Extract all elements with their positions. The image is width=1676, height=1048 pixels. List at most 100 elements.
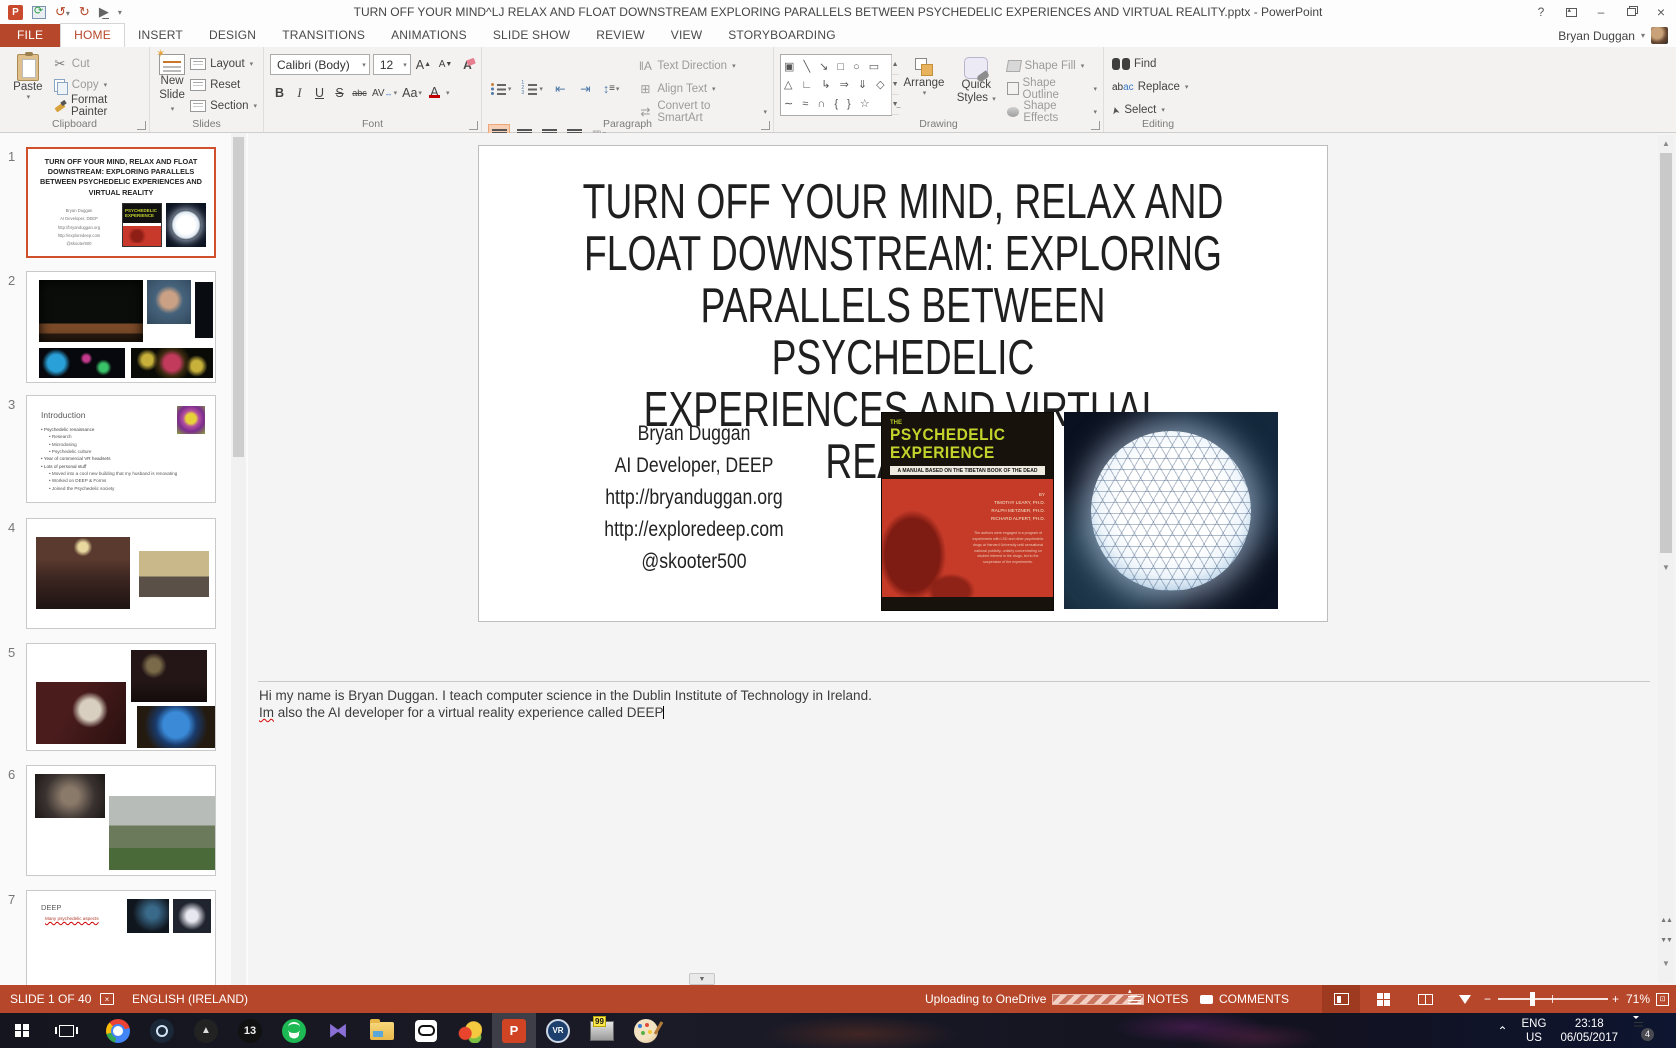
minimize-button[interactable]: – [1586,0,1616,24]
cut-button[interactable]: Cut [50,53,145,74]
find-button[interactable]: Find [1110,53,1208,74]
slide-thumbnail-6[interactable] [26,765,216,876]
paragraph-dialog-launcher[interactable] [761,121,770,130]
strikethrough-button[interactable]: S [330,83,349,103]
slide-thumbnail-7[interactable]: DEEP Many psychedelic aspects [26,890,216,985]
font-dialog-launcher[interactable] [469,121,478,130]
taskbar-unity[interactable] [184,1013,228,1048]
font-family-combobox[interactable]: Calibri (Body)▾ [270,54,370,75]
redo-icon[interactable]: ↻ [79,4,90,20]
thumbnail-panel-scrollbar[interactable] [231,133,246,985]
shape-gallery-more-icon[interactable]: ▼̲ [892,95,899,115]
zoom-slider-thumb[interactable] [1530,992,1535,1006]
font-color-button[interactable]: A [425,83,444,103]
book-cover-image[interactable]: THE PSYCHEDELIC EXPERIENCE A MANUAL BASE… [881,412,1054,611]
slide-thumbnail-2[interactable] [26,271,216,383]
geodesic-sphere-image[interactable] [1064,412,1278,609]
start-button[interactable] [0,1013,44,1048]
tab-review[interactable]: REVIEW [583,24,658,47]
customize-qat-icon[interactable]: ▾ [118,8,122,17]
reading-view-button[interactable] [1406,985,1444,1013]
slide-thumbnail-5[interactable] [26,643,216,751]
previous-slide-button[interactable]: ▲▲ [1658,911,1674,929]
select-button[interactable]: Select▾ [1110,99,1208,120]
language-switcher[interactable]: ENGUS [1522,1017,1547,1045]
shape-scroll-up-icon[interactable]: ▲ [892,55,899,75]
text-shadow-button[interactable]: abc [350,83,369,103]
tab-transitions[interactable]: TRANSITIONS [269,24,378,47]
clipboard-dialog-launcher[interactable] [137,121,146,130]
normal-view-button[interactable] [1322,985,1360,1013]
main-scrollbar-thumb[interactable] [1660,153,1672,553]
taskbar-app-13[interactable]: 13 [228,1013,272,1048]
clear-formatting-button[interactable]: A [458,55,477,75]
spellcheck-indicator[interactable]: × [100,985,114,1013]
taskbar-tropical-app[interactable] [448,1013,492,1048]
scroll-up-icon[interactable]: ▲ [1658,135,1674,151]
tab-home[interactable]: HOME [60,23,125,47]
reset-button[interactable]: Reset [188,74,259,95]
align-text-button[interactable]: ⊞Align Text▾ [635,78,769,99]
slideshow-view-button[interactable] [1446,985,1484,1013]
font-color-dropdown-icon[interactable]: ▾ [446,89,450,97]
tray-expand-icon[interactable]: ⌃ [1497,1024,1507,1038]
tab-animations[interactable]: ANIMATIONS [378,24,480,47]
underline-button[interactable]: U [310,83,329,103]
save-sync-icon[interactable] [32,6,46,19]
taskbar-steam[interactable] [140,1013,184,1048]
tab-view[interactable]: VIEW [658,24,715,47]
taskbar-file-explorer[interactable] [360,1013,404,1048]
help-button[interactable]: ? [1526,0,1556,24]
taskbar-oculus[interactable] [404,1013,448,1048]
restore-button[interactable] [1616,0,1646,24]
shape-scroll-down-icon[interactable]: ▼ [892,75,899,95]
paste-button[interactable]: Paste ▾ [6,51,50,115]
italic-button[interactable]: I [290,83,309,103]
taskbar-spotify[interactable] [272,1013,316,1048]
new-slide-button[interactable]: New Slide ▾ [156,51,188,115]
decrease-indent-button[interactable]: ⇤ [551,79,570,99]
format-painter-button[interactable]: Format Painter [50,95,145,116]
slide-sorter-view-button[interactable] [1364,985,1402,1013]
zoom-slider-track[interactable] [1498,998,1608,1000]
replace-button[interactable]: abacReplace▾ [1110,76,1208,97]
layout-button[interactable]: Layout▾ [188,53,259,74]
notes-toggle-button[interactable]: NOTES [1128,985,1188,1013]
shrink-font-button[interactable]: A▼ [436,55,455,75]
arrange-button[interactable]: Arrange▾ [900,54,948,118]
language-indicator[interactable]: ENGLISH (IRELAND) [132,985,248,1013]
thumbnail-scrollbar-thumb[interactable] [233,137,244,457]
bold-button[interactable]: B [270,83,289,103]
next-slide-button[interactable]: ▼▼ [1658,931,1674,949]
notes-pane[interactable]: Hi my name is Bryan Duggan. I teach comp… [259,687,1359,721]
main-scrollbar[interactable]: ▲ ▼ ▲▲ ▼▼ ▼ [1658,135,1674,983]
comments-toggle-button[interactable]: COMMENTS [1200,985,1289,1013]
zoom-level[interactable]: 71% [1626,985,1650,1013]
change-case-button[interactable]: Aa▾ [400,83,424,103]
shape-gallery[interactable]: ▣ ╲ ↘ □ ○ ▭ △ ∟ ↳ ⇒ ⇓ ◇ ∼ ≈ ∩ { } ☆ ▲ ▼ … [780,54,892,116]
ribbon-display-options-button[interactable] [1556,0,1586,24]
numbering-button[interactable]: ▾ [519,79,544,99]
character-spacing-button[interactable]: AV↔▾ [370,83,399,103]
copy-button[interactable]: Copy▾ [50,74,145,95]
slide-author-textbox[interactable]: Bryan Duggan AI Developer, DEEP http://b… [519,418,869,578]
slide-counter[interactable]: SLIDE 1 OF 40 [10,985,91,1013]
close-button[interactable]: × [1646,0,1676,24]
tab-storyboarding[interactable]: STORYBOARDING [715,24,849,47]
avatar[interactable] [1651,27,1668,44]
tab-insert[interactable]: INSERT [125,24,196,47]
zoom-out-button[interactable]: − [1484,985,1491,1013]
scroll-down-icon[interactable]: ▼ [1658,559,1674,575]
account-area[interactable]: Bryan Duggan ▾ [1558,27,1668,44]
taskbar-vr-app[interactable]: VR [536,1013,580,1048]
slide-thumbnail-3[interactable]: Introduction • Psychedelic renaissance •… [26,395,216,503]
shape-gallery-scrollbar[interactable]: ▲ ▼ ▼̲ [891,55,899,115]
text-direction-button[interactable]: ‖AText Direction▾ [635,55,769,76]
clock[interactable]: 23:1806/05/2017 [1560,1017,1618,1045]
start-slideshow-icon[interactable]: ▶̲ [99,4,109,20]
section-button[interactable]: Section▾ [188,95,259,116]
slide-editing-surface[interactable]: TURN OFF YOUR MIND, RELAX AND FLOAT DOWN… [478,145,1328,622]
task-view-button[interactable] [44,1013,88,1048]
scroll-bottom-icon[interactable]: ▼ [1658,955,1674,971]
quick-styles-button[interactable]: Quick Styles ▾ [956,54,997,118]
